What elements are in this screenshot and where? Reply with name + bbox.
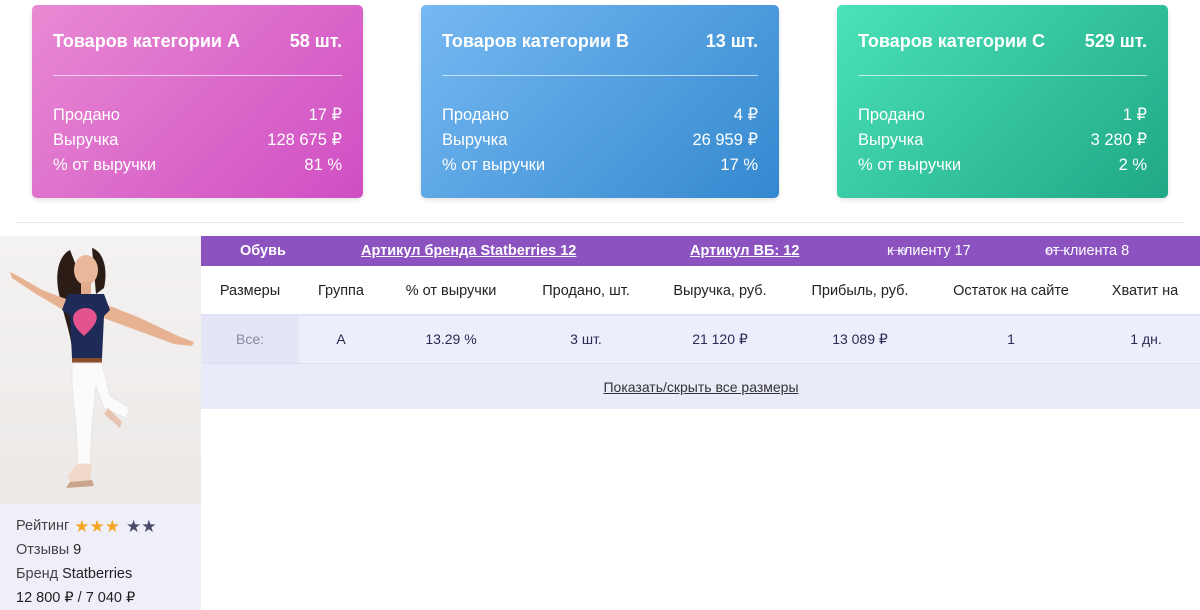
col-sold: Продано, шт. [542,283,630,299]
star-icon: ★ [74,516,90,536]
card-row-sold: Продано 4 ₽ [442,103,758,128]
card-title: Товаров категории B [442,30,629,51]
rating-stars: ★ ★ ★ ★ ★ [74,518,156,535]
row-value: 2 % [1118,156,1147,174]
brand-article-link[interactable]: Артикул бренда Statberries 12 [361,236,576,266]
cell-revenue: 21 120 ₽ [692,331,748,347]
star-icon: ★ [126,516,142,536]
star-icon: ★ [104,516,120,536]
reviews-count: 9 [73,542,82,558]
row-label: Выручка [442,131,508,149]
star-icon: ★ [141,516,157,536]
row-label: Выручка [858,131,924,149]
row-label: Продано [442,106,509,124]
star-icon: ★ [89,516,105,536]
card-row-share: % от выручки 17 % [442,153,758,178]
row-value: 128 675 ₽ [267,131,342,149]
cell-revenue-share: 13.29 % [425,331,477,347]
row-value: 17 ₽ [308,106,342,124]
row-label: % от выручки [442,156,546,174]
toggle-sizes-row: Показать/скрыть все размеры [201,363,1200,409]
card-row-sold: Продано 17 ₽ [53,103,342,128]
card-row-revenue: Выручка 128 675 ₽ [53,128,342,153]
col-stock: Остаток на сайте [953,283,1069,299]
category-c-card: Товаров категории C 529 шт. Продано 1 ₽ … [837,5,1168,198]
product-info: Рейтинг ★ ★ ★ ★ ★ Отзывы 9 Бренд Statber… [0,504,201,610]
card-row-sold: Продано 1 ₽ [858,103,1147,128]
row-label: Выручка [53,131,119,149]
brand-row: Бренд Statberries [16,562,201,586]
reviews-row: Отзывы 9 [16,538,201,562]
category-b-card: Товаров категории B 13 шт. Продано 4 ₽ В… [421,5,779,198]
col-revenue: Выручка, руб. [673,283,767,299]
from-client-label: от клиента 8 [1045,243,1130,259]
category-a-card: Товаров категории A 58 шт. Продано 17 ₽ … [32,5,363,198]
row-value: 17 % [720,156,758,174]
rating-row: Рейтинг ★ ★ ★ ★ ★ [16,514,201,538]
sizes-table-header: Размеры Группа % от выручки Продано, шт.… [201,266,1200,316]
wb-article-link[interactable]: Артикул ВБ: 12 [690,236,799,266]
cell-stock: 1 [1007,331,1015,347]
price-row: 12 800 ₽ / 7 040 ₽ [16,586,201,610]
card-title: Товаров категории A [53,30,240,51]
cell-enough-for: 1 дн. [1130,331,1162,347]
card-title: Товаров категории C [858,30,1045,51]
col-sizes: Размеры [219,283,281,299]
col-profit: Прибыль, руб. [811,283,909,299]
card-row-revenue: Выручка 3 280 ₽ [858,128,1147,153]
product-header-bar: Обувь Артикул бренда Statberries 12 Арти… [201,236,1200,266]
product-price: 12 800 ₽ / 7 040 ₽ [16,590,136,606]
row-value: 26 959 ₽ [692,131,758,149]
card-row-share: % от выручки 81 % [53,153,342,178]
rating-label: Рейтинг [16,518,70,534]
card-count: 529 шт. [1084,30,1147,51]
cell-sold: 3 шт. [570,331,602,347]
cell-size: Все: [235,331,265,347]
brand-label: Бренд [16,566,59,582]
to-client-label: к клиенту 17 [887,243,971,259]
row-value: 1 ₽ [1122,106,1147,124]
card-count: 13 шт. [705,30,758,51]
product-photo[interactable] [0,236,201,504]
row-label: % от выручки [858,156,962,174]
section-divider [16,222,1184,223]
card-row-revenue: Выручка 26 959 ₽ [442,128,758,153]
cell-group: A [336,331,346,347]
col-enough-for: Хватит на [1111,283,1179,299]
row-value: 3 280 ₽ [1090,131,1147,149]
table-row: Все: A 13.29 % 3 шт. 21 120 ₽ 13 089 ₽ 1… [201,316,1200,363]
brand-value: Statberries [62,566,133,582]
model-illustration [10,248,194,488]
card-count: 58 шт. [289,30,342,51]
reviews-label: Отзывы [16,542,70,558]
row-label: Продано [53,106,120,124]
col-group: Группа [318,283,364,299]
row-value: 4 ₽ [733,106,758,124]
row-label: Продано [858,106,925,124]
cell-profit: 13 089 ₽ [832,331,888,347]
col-revenue-share: % от выручки [405,283,497,299]
toggle-all-sizes-link[interactable]: Показать/скрыть все размеры [603,364,798,410]
product-category: Обувь [240,243,286,259]
row-value: 81 % [304,156,342,174]
row-label: % от выручки [53,156,157,174]
card-row-share: % от выручки 2 % [858,153,1147,178]
